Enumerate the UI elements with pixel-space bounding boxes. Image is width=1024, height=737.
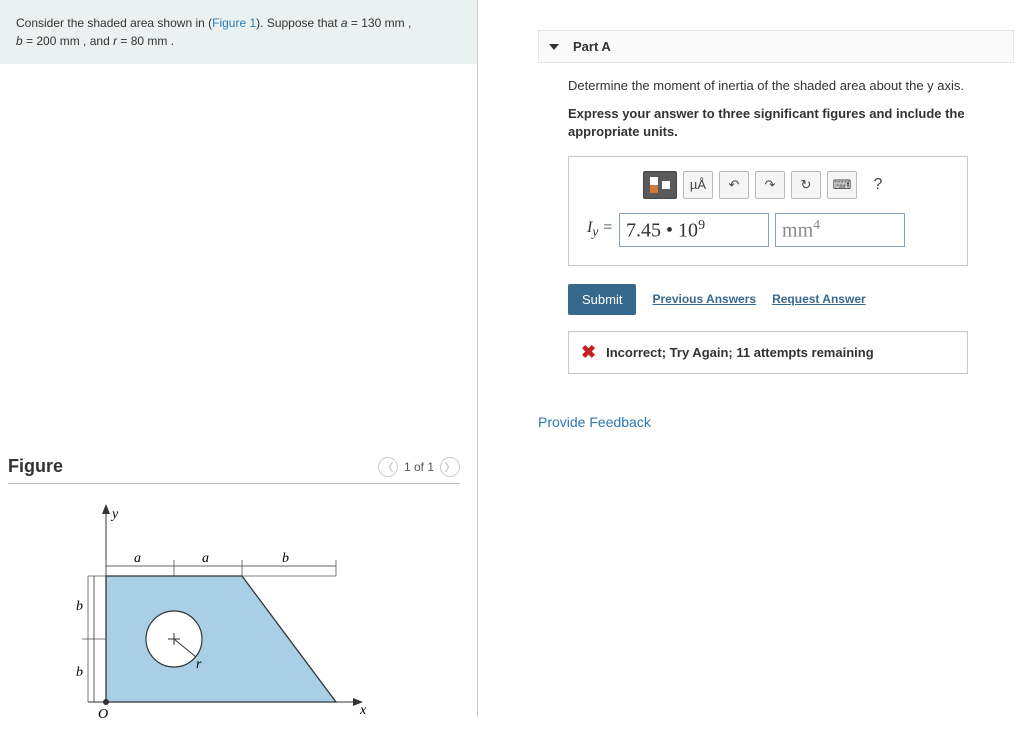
- figure-nav: 〈 1 of 1 〉: [378, 457, 460, 477]
- answer-symbol: Iy =: [587, 219, 613, 240]
- part-body: Determine the moment of inertia of the s…: [538, 77, 1014, 374]
- answer-input-row: Iy = 7.45 • 109 mm4: [587, 213, 949, 247]
- action-row: Submit Previous Answers Request Answer: [568, 284, 1014, 315]
- incorrect-icon: ✖: [581, 342, 596, 363]
- origin-label: O: [98, 707, 108, 722]
- dim-a1: a: [134, 551, 141, 566]
- var-b: b: [16, 34, 23, 48]
- sep: ,: [405, 16, 412, 30]
- tail: .: [167, 34, 174, 48]
- instruction-text: Express your answer to three significant…: [568, 105, 1014, 141]
- figure-header: Figure 〈 1 of 1 〉: [8, 450, 460, 484]
- units-button[interactable]: µÅ: [683, 171, 713, 199]
- figure-title: Figure: [8, 456, 63, 477]
- help-button[interactable]: ?: [863, 171, 893, 199]
- figure-next-button[interactable]: 〉: [440, 457, 460, 477]
- feedback-box: ✖ Incorrect; Try Again; 11 attempts rema…: [568, 331, 968, 374]
- problem-statement: Consider the shaded area shown in (Figur…: [0, 0, 477, 64]
- dim-b-top: b: [282, 551, 289, 566]
- val-b: = 200 mm: [23, 34, 80, 48]
- left-column: Consider the shaded area shown in (Figur…: [0, 0, 478, 717]
- request-answer-link[interactable]: Request Answer: [772, 292, 866, 306]
- redo-button[interactable]: ↷: [755, 171, 785, 199]
- figure-prev-button[interactable]: 〈: [378, 457, 398, 477]
- problem-text: ). Suppose that: [256, 16, 341, 30]
- feedback-text: Incorrect; Try Again; 11 attempts remain…: [606, 345, 874, 360]
- question-text: Determine the moment of inertia of the s…: [568, 77, 1014, 95]
- value-input[interactable]: 7.45 • 109: [619, 213, 769, 247]
- problem-text: Consider the shaded area shown in (: [16, 16, 212, 30]
- val-r: = 80 mm: [117, 34, 167, 48]
- axis-x-label: x: [359, 703, 367, 718]
- part-header[interactable]: Part A: [538, 30, 1014, 63]
- templates-icon: [650, 177, 670, 193]
- val-a: = 130 mm: [348, 16, 405, 30]
- right-column: Part A Determine the moment of inertia o…: [478, 0, 1024, 717]
- dim-b-left2: b: [76, 665, 83, 680]
- submit-button[interactable]: Submit: [568, 284, 636, 315]
- undo-button[interactable]: ↶: [719, 171, 749, 199]
- figure-link[interactable]: Figure 1: [212, 16, 256, 30]
- answer-toolbar: µÅ ↶ ↷ ↻ ⌨ ?: [587, 171, 949, 199]
- units-input[interactable]: mm4: [775, 213, 905, 247]
- dim-b-left1: b: [76, 599, 83, 614]
- provide-feedback-link[interactable]: Provide Feedback: [538, 414, 1014, 430]
- caret-down-icon: [549, 44, 559, 50]
- part-label: Part A: [573, 39, 611, 54]
- var-a: a: [341, 16, 348, 30]
- dim-a2: a: [202, 551, 209, 566]
- sep: , and: [80, 34, 113, 48]
- figure-section: Figure 〈 1 of 1 〉: [0, 450, 468, 737]
- axis-y-label: y: [110, 507, 119, 522]
- reset-button[interactable]: ↻: [791, 171, 821, 199]
- previous-answers-link[interactable]: Previous Answers: [652, 292, 756, 306]
- templates-button[interactable]: [643, 171, 677, 199]
- answer-box: µÅ ↶ ↷ ↻ ⌨ ? Iy = 7.45 • 109 mm4: [568, 156, 968, 266]
- figure-svg: y x O a a b b b r: [68, 504, 368, 734]
- dim-r: r: [196, 657, 202, 672]
- figure-counter: 1 of 1: [404, 460, 434, 474]
- keyboard-button[interactable]: ⌨: [827, 171, 857, 199]
- figure-canvas: y x O a a b b b r: [8, 484, 460, 737]
